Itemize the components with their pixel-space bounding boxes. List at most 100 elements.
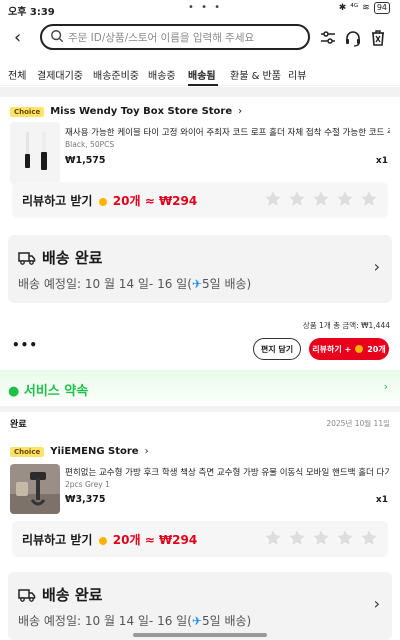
bluetooth-icon: ✱ [338, 3, 347, 13]
add-letter-button[interactable]: 편지 담기 [253, 338, 301, 360]
tab-refund-return[interactable]: 환불 & 반품 [230, 67, 281, 82]
search-placeholder: 주문 ID/상품/스토어 이름을 입력해 주세요 [68, 32, 255, 44]
delivery-status-card[interactable]: 배송 완료 배송 예정일: 10 월 14 일- 16 일(✈5일 배송) › [8, 572, 392, 640]
chevron-right-icon: › [144, 446, 149, 457]
trash-icon[interactable] [368, 28, 388, 48]
star-icon[interactable] [336, 190, 354, 208]
star-icon[interactable] [288, 190, 306, 208]
delivery-days: 5일 [201, 614, 221, 628]
product-variant: Black, 50PCS [65, 140, 115, 149]
chevron-right-icon[interactable]: › [374, 257, 380, 276]
fast-delivery-icon: ✈ [191, 614, 202, 628]
review-button-label: 리뷰하기 + [312, 344, 352, 354]
cable-tie-image [10, 122, 60, 184]
choice-badge: Choice [10, 446, 45, 457]
tab-review[interactable]: 리뷰 [288, 67, 306, 82]
delivery-title-text: 배송 완료 [42, 586, 103, 604]
order-total: 상품 1개 총 금액: ₩1,444 [302, 321, 390, 330]
product-name[interactable]: 재사용 가능한 케이블 타이 고정 와이어 주최자 코드 로프 홀더 자체 접착… [65, 126, 390, 138]
delivery-days: 5일 [201, 277, 221, 291]
truck-icon [18, 251, 36, 265]
search-icon [51, 30, 64, 43]
chevron-right-icon: › [238, 106, 243, 117]
service-promise-banner[interactable]: ● 서비스 약속 › [0, 370, 400, 406]
choice-badge: Choice [10, 106, 45, 117]
star-rating[interactable] [264, 529, 378, 547]
coin-icon [98, 197, 107, 206]
order-status: 완료 [10, 420, 27, 430]
review-reward-amount: 20개 ≈ ₩294 [112, 533, 198, 547]
status-center-dots: • • • [188, 2, 223, 13]
battery-icon: 94 [373, 2, 390, 14]
bag-hook-image [10, 464, 60, 514]
star-icon[interactable] [360, 529, 378, 547]
star-icon[interactable] [312, 190, 330, 208]
product-price: ₩1,575 [65, 155, 106, 166]
store-link[interactable]: Choice YiiEMENG Store › [10, 446, 149, 457]
write-review-button[interactable]: 리뷰하기 + 20개 [309, 338, 389, 360]
active-tab-indicator [188, 84, 218, 86]
delivery-title: 배송 완료 [18, 247, 102, 268]
home-indicator[interactable] [133, 633, 267, 637]
tab-pending-payment[interactable]: 결제대기중 [37, 67, 83, 82]
store-name: Miss Wendy Toy Box Store Store [50, 106, 233, 117]
delivery-title: 배송 완료 [18, 584, 102, 605]
review-reward-banner[interactable]: 리뷰하고 받기 20개 ≈ ₩294 [12, 521, 388, 557]
service-label-text: 서비스 약속 [23, 384, 89, 399]
service-promise-label: ● 서비스 약속 [8, 384, 89, 399]
section-divider [0, 406, 400, 412]
star-icon[interactable] [360, 190, 378, 208]
search-input[interactable]: 주문 ID/상품/스토어 이름을 입력해 주세요 [40, 24, 310, 50]
star-icon[interactable] [336, 529, 354, 547]
delivery-estimate-prefix: 배송 예정일: 10 월 14 일- 16 일( [18, 277, 192, 291]
review-button-reward: 20개 [367, 344, 386, 354]
more-options-button[interactable]: ••• [12, 338, 38, 352]
tab-preparing[interactable]: 배송준비중 [93, 67, 139, 82]
status-bar: 오후 3:39 • • • ✱ ⁴ᴳ ≋ 94 [0, 0, 400, 18]
tab-shipping[interactable]: 배송중 [148, 67, 176, 82]
review-reward-text: 리뷰하고 받기 20개 ≈ ₩294 [22, 531, 197, 548]
review-reward-amount: 20개 ≈ ₩294 [112, 194, 198, 208]
product-image[interactable] [10, 122, 60, 184]
delivery-estimate-prefix: 배송 예정일: 10 월 14 일- 16 일( [18, 614, 192, 628]
product-name[interactable]: 편히없는 교수형 가방 후크 학생 책상 측면 교수형 가방 유물 이동식 모바… [65, 466, 390, 478]
star-icon[interactable] [312, 529, 330, 547]
store-link[interactable]: Choice Miss Wendy Toy Box Store Store › [10, 106, 242, 117]
tab-all[interactable]: 전체 [8, 67, 26, 82]
star-rating[interactable] [264, 190, 378, 208]
status-time: 오후 3:39 [8, 7, 55, 18]
delivery-estimate: 배송 예정일: 10 월 14 일- 16 일(✈5일 배송) [18, 275, 251, 292]
star-icon[interactable] [264, 529, 282, 547]
delivery-title-text: 배송 완료 [42, 249, 103, 267]
signal-icon: ⁴ᴳ [350, 3, 359, 13]
status-icons: ✱ ⁴ᴳ ≋ 94 [339, 2, 390, 14]
order-date: 2025년 10월 11일 [326, 419, 390, 428]
delivery-estimate: 배송 예정일: 10 월 14 일- 16 일(✈5일 배송) [18, 612, 251, 629]
support-headset-icon[interactable] [343, 28, 363, 48]
search-header: ‹ 주문 ID/상품/스토어 이름을 입력해 주세요 [0, 22, 400, 56]
review-prefix: 리뷰하고 받기 [22, 533, 93, 547]
product-quantity: x1 [375, 156, 388, 166]
product-image[interactable] [10, 464, 60, 514]
chevron-right-icon[interactable]: › [374, 594, 380, 613]
product-price: ₩3,375 [65, 494, 106, 505]
delivery-estimate-suffix: 배송) [220, 277, 252, 291]
truck-icon [18, 588, 36, 602]
back-arrow-icon[interactable]: ‹ [14, 28, 30, 48]
review-reward-banner[interactable]: 리뷰하고 받기 20개 ≈ ₩294 [12, 182, 388, 218]
star-icon[interactable] [288, 529, 306, 547]
wifi-icon: ≋ [362, 3, 370, 13]
delivery-estimate-suffix: 배송) [220, 614, 252, 628]
product-quantity: x1 [375, 495, 388, 505]
fast-delivery-icon: ✈ [191, 277, 202, 291]
review-prefix: 리뷰하고 받기 [22, 194, 93, 208]
chevron-right-icon: › [383, 380, 388, 393]
coin-icon [355, 345, 364, 353]
section-divider [0, 87, 400, 97]
star-icon[interactable] [264, 190, 282, 208]
tab-delivered[interactable]: 배송됨 [188, 67, 216, 82]
review-reward-text: 리뷰하고 받기 20개 ≈ ₩294 [22, 192, 197, 209]
store-name: YiiEMENG Store [50, 446, 139, 457]
delivery-status-card[interactable]: 배송 완료 배송 예정일: 10 월 14 일- 16 일(✈5일 배송) › [8, 235, 392, 303]
filter-icon[interactable] [318, 28, 338, 48]
